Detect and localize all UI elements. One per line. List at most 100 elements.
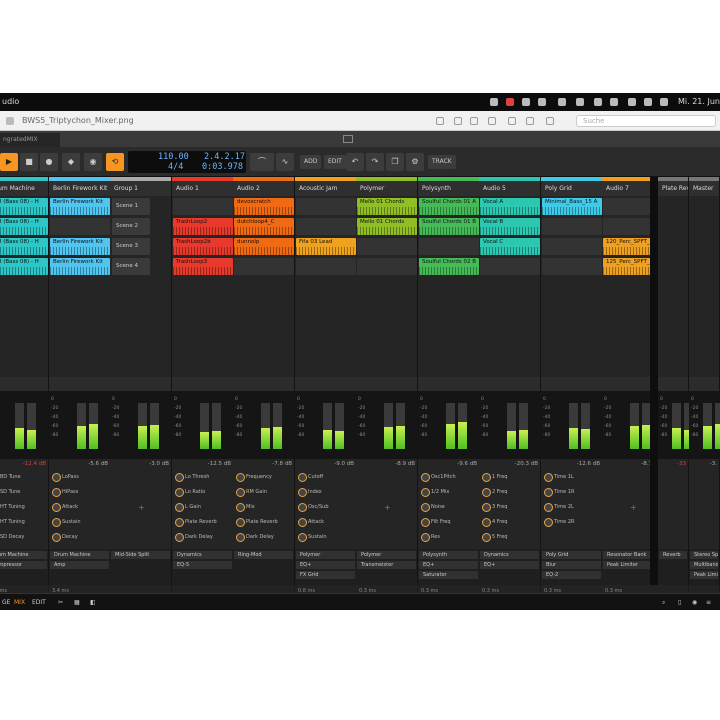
clip-stop-button[interactable] — [356, 377, 417, 391]
tray-icon[interactable] — [538, 98, 546, 106]
add-device-icon[interactable]: + — [138, 503, 145, 512]
device-slot[interactable]: EQ-5 — [173, 561, 232, 569]
empty-clip-slot[interactable] — [234, 258, 294, 275]
device-slot[interactable]: EQ+ — [296, 561, 355, 569]
clip[interactable]: dutchloop4_C — [234, 218, 294, 235]
scene-launcher[interactable]: Scene 1 — [112, 198, 150, 215]
wifi-icon[interactable] — [610, 98, 618, 106]
device-slot[interactable]: Drum Machine — [50, 551, 109, 559]
clip[interactable]: TrashLoop2 — [173, 218, 233, 235]
file-icon[interactable]: ▯ — [678, 594, 681, 610]
clip[interactable]: Berlin Firework Kit — [50, 198, 110, 215]
clip[interactable]: devoscratch — [234, 198, 294, 215]
zoom-in-icon[interactable] — [470, 117, 478, 125]
track-name[interactable]: Plate Reve — [658, 181, 688, 196]
clip-stop-button[interactable] — [0, 377, 48, 391]
track-name[interactable]: Master — [689, 181, 719, 196]
info-icon[interactable] — [436, 117, 444, 125]
rotate-icon[interactable] — [526, 117, 534, 125]
remote-knob[interactable]: Cutoff — [298, 473, 323, 482]
remote-knob[interactable]: Dark Delay — [175, 533, 213, 542]
empty-clip-slot[interactable] — [296, 258, 356, 275]
empty-clip-slot[interactable] — [173, 198, 233, 215]
track-name[interactable]: Audio 1 — [172, 181, 233, 196]
clip-stop-button[interactable] — [689, 377, 719, 391]
inspector-icon[interactable]: ≡ — [706, 594, 711, 610]
clip[interactable]: Berlin Firework Kit — [50, 258, 110, 275]
metronome-button[interactable]: ∿ — [276, 153, 294, 171]
clip-stop-button[interactable] — [172, 377, 233, 391]
clip[interactable]: Soulful Chords 01 A — [419, 198, 479, 215]
control-center-icon[interactable] — [660, 98, 668, 106]
remote-knob[interactable]: Mix — [236, 503, 255, 512]
device-slot[interactable]: Polymer — [357, 551, 416, 559]
device-slot[interactable]: EQ-2 — [542, 571, 601, 579]
clip[interactable]: Vocal B — [480, 218, 540, 235]
device-slot[interactable]: Drum Machine — [0, 551, 47, 559]
track-name[interactable]: Drum Machine — [0, 181, 48, 196]
device-slot[interactable]: Compressor — [0, 561, 47, 569]
remote-knob[interactable]: HT Tuning — [0, 518, 25, 526]
device-slot[interactable]: Multiband Co — [690, 561, 718, 569]
track-name[interactable]: Berlin Firework Kit — [49, 181, 110, 196]
clip-stop-button[interactable] — [418, 377, 479, 391]
tool-icon[interactable]: ✂ — [58, 594, 63, 610]
audio-icon[interactable] — [594, 98, 602, 106]
scene-launcher[interactable]: Scene 2 — [112, 218, 150, 235]
device-slot[interactable]: Amp — [50, 561, 109, 569]
remote-knob[interactable]: L Gain — [175, 503, 201, 512]
clip-stop-button[interactable] — [295, 377, 356, 391]
clip[interactable]: Berlin Firework Kit — [50, 238, 110, 255]
track-name[interactable]: Polysynth — [418, 181, 479, 196]
tray-icon[interactable] — [490, 98, 498, 106]
remote-knob[interactable]: Osc1Pitch — [421, 473, 456, 482]
clip[interactable]: Minimal_Bass_15 A — [542, 198, 602, 215]
remote-knob[interactable]: Dark Delay — [236, 533, 274, 542]
groove-button[interactable]: ⌒ — [250, 153, 274, 171]
remote-knob[interactable]: Decay — [52, 533, 78, 542]
clip[interactable]: TrashLoop3 — [173, 258, 233, 275]
track-name[interactable]: Audio 5 — [479, 181, 540, 196]
edit-tab[interactable]: EDIT — [32, 594, 46, 610]
remote-knob[interactable]: Time 1R — [544, 488, 574, 497]
add-device-icon[interactable]: + — [630, 503, 637, 512]
remote-knob[interactable]: 3 Freq — [482, 503, 507, 512]
remote-knob[interactable]: Filt Freq — [421, 518, 451, 527]
track-button[interactable]: TRACK — [428, 155, 456, 169]
play-button[interactable]: ▶ — [0, 153, 18, 171]
remote-knob[interactable]: Attack — [52, 503, 78, 512]
record-button[interactable]: ● — [40, 153, 58, 171]
scene-launcher[interactable]: Scene 4 — [112, 258, 150, 275]
transport-display[interactable]: 110.00 4/4 2.4.2.17 0:03.978 — [128, 151, 246, 173]
empty-clip-slot[interactable] — [357, 238, 417, 255]
track-name[interactable]: Polymer — [356, 181, 417, 196]
arrange-tab[interactable]: GE — [2, 594, 10, 610]
device-slot[interactable]: Reverb — [659, 551, 687, 559]
device-slot[interactable]: FX Grid — [296, 571, 355, 579]
remote-knob[interactable]: Osc/Sub — [298, 503, 329, 512]
empty-clip-slot[interactable] — [542, 258, 602, 275]
clip[interactable]: Soulful Chords 02 B — [419, 258, 479, 275]
clip[interactable]: TrashLoop2b — [173, 238, 233, 255]
loop-button[interactable]: ⟲ — [106, 153, 124, 171]
clip[interactable]: Soulful Chords 01 B — [419, 218, 479, 235]
edit-button[interactable]: EDIT — [324, 155, 346, 169]
device-slot[interactable]: Peak Limiter — [690, 571, 718, 579]
device-slot[interactable]: Ring-Mod — [234, 551, 293, 559]
search-icon[interactable]: ⌕ — [662, 594, 665, 610]
remote-knob[interactable]: SD Tune — [0, 488, 20, 496]
empty-clip-slot[interactable] — [542, 218, 602, 235]
remote-knob[interactable]: Sustain — [52, 518, 81, 527]
empty-clip-slot[interactable] — [50, 218, 110, 235]
redo-button[interactable]: ↷ — [366, 153, 384, 171]
device-slot[interactable]: Blur — [542, 561, 601, 569]
device-slot[interactable]: EQ+ — [480, 561, 539, 569]
markup-icon[interactable] — [508, 117, 516, 125]
search-icon[interactable] — [644, 98, 652, 106]
remote-knob[interactable]: Lo Thresh — [175, 473, 209, 482]
remote-knob[interactable]: Attack — [298, 518, 324, 527]
clip[interactable]: 808 (Bass 08) - H — [0, 258, 48, 275]
clip[interactable]: 808 (Bass 08) - H — [0, 238, 48, 255]
device-slot[interactable]: Mid-Side Split — [111, 551, 170, 559]
device-slot[interactable]: Stereo Split — [690, 551, 718, 559]
